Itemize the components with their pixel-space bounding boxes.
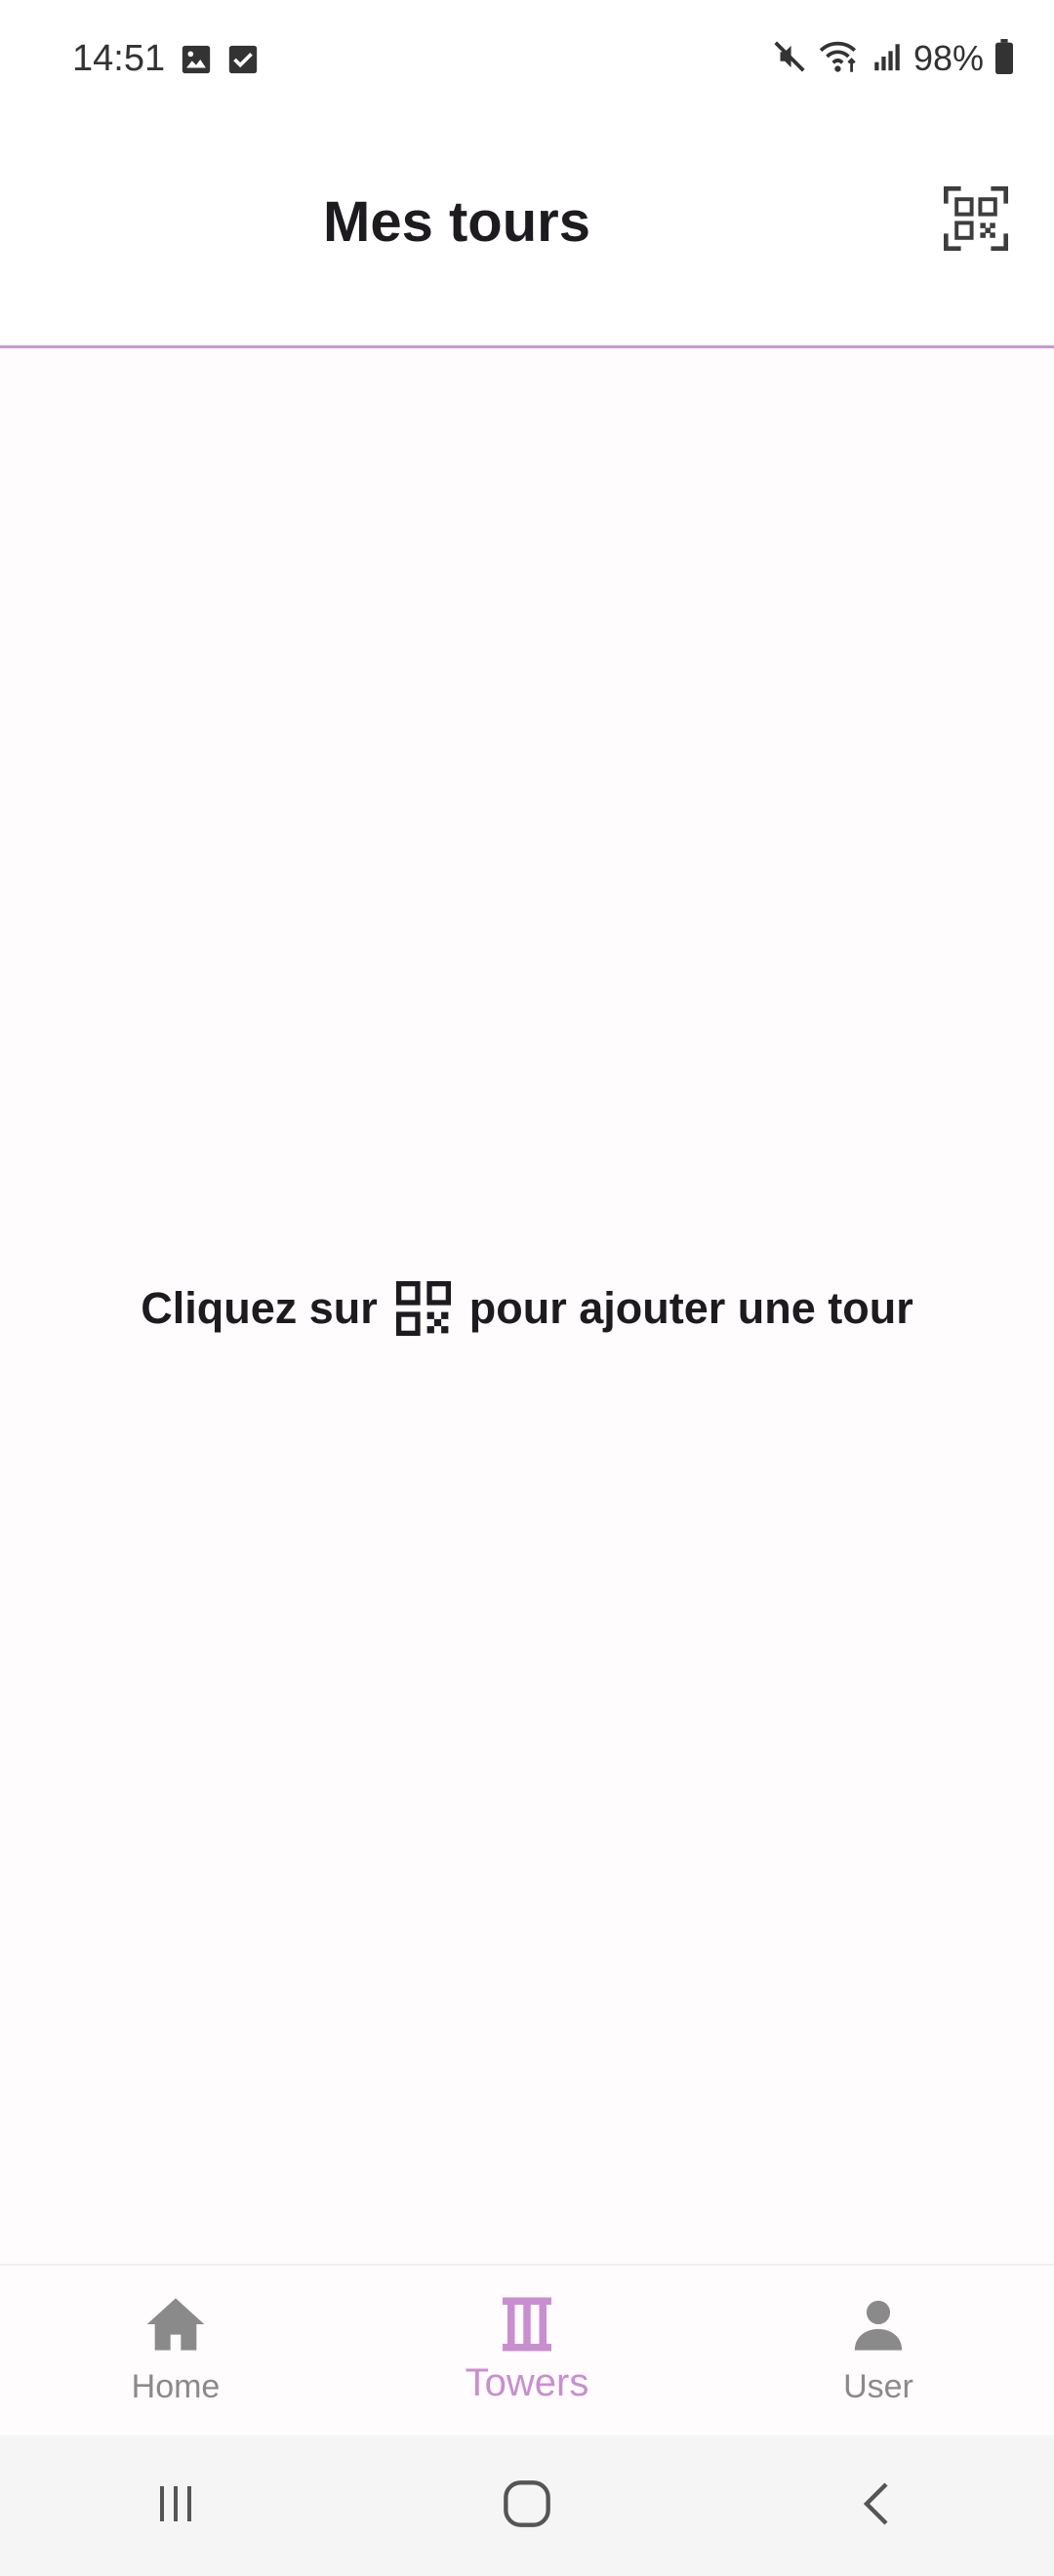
signal-icon bbox=[871, 40, 904, 78]
status-bar: 14:51 98% bbox=[0, 0, 1054, 117]
app-bar: Mes tours bbox=[0, 117, 1054, 348]
nav-item-towers[interactable]: Towers bbox=[351, 2266, 703, 2437]
screen: 14:51 98% Mes tours Cliquez sur pour ajo… bbox=[0, 0, 1054, 2576]
nav-label-home: Home bbox=[131, 2368, 221, 2405]
user-icon bbox=[843, 2293, 913, 2355]
system-home-button[interactable] bbox=[468, 2457, 586, 2555]
tower-icon bbox=[492, 2293, 562, 2355]
qr-scan-button[interactable] bbox=[935, 180, 1017, 262]
hint-text-after: pour ajouter une tour bbox=[468, 1283, 913, 1333]
status-notification-icons bbox=[180, 43, 260, 81]
checkbox-notification-icon bbox=[226, 43, 260, 81]
recent-apps-icon bbox=[152, 2480, 199, 2532]
nav-item-home[interactable]: Home bbox=[0, 2266, 351, 2437]
mute-icon bbox=[771, 38, 808, 80]
home-icon bbox=[141, 2293, 211, 2355]
nav-label-user: User bbox=[843, 2368, 913, 2405]
empty-state-hint: Cliquez sur pour ajouter une tour bbox=[0, 1277, 1054, 1340]
bottom-navigation: Home Towers User bbox=[0, 2264, 1054, 2437]
status-system-icons: 98% bbox=[771, 35, 1015, 82]
qr-scan-icon bbox=[943, 185, 1009, 256]
battery-percent: 98% bbox=[912, 38, 984, 78]
recent-apps-button[interactable] bbox=[117, 2457, 234, 2555]
home-circle-icon bbox=[502, 2478, 552, 2534]
qr-code-icon bbox=[395, 1280, 452, 1337]
nav-label-towers: Towers bbox=[465, 2361, 589, 2404]
wifi-icon bbox=[818, 38, 861, 80]
back-icon bbox=[855, 2480, 902, 2532]
system-back-button[interactable] bbox=[820, 2457, 937, 2555]
nav-item-user[interactable]: User bbox=[703, 2266, 1054, 2437]
status-time: 14:51 bbox=[72, 38, 166, 79]
battery-icon bbox=[993, 38, 1015, 79]
hint-text-before: Cliquez sur bbox=[141, 1283, 378, 1333]
gallery-notification-icon bbox=[180, 43, 213, 81]
page-title: Mes tours bbox=[323, 190, 590, 254]
system-navigation-bar bbox=[0, 2435, 1054, 2576]
towers-list-area: Cliquez sur pour ajouter une tour bbox=[0, 348, 1054, 2264]
